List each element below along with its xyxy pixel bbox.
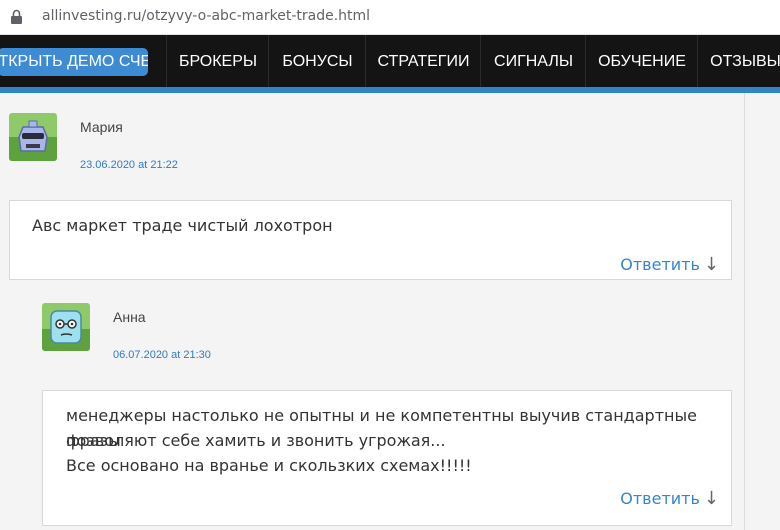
reply-link[interactable]: Ответить ↓ bbox=[620, 254, 719, 275]
scrollbar[interactable] bbox=[764, 93, 780, 530]
comment-text-line: позволяют себе хамить и звонить угрожая.… bbox=[66, 431, 446, 450]
reply-link[interactable]: Ответить ↓ bbox=[620, 488, 719, 509]
nav-item-bonuses[interactable]: БОНУСЫ bbox=[268, 35, 366, 87]
comment-author: Мария bbox=[80, 119, 123, 135]
comment-author: Анна bbox=[113, 309, 146, 325]
nav-item-signals[interactable]: СИГНАЛЫ bbox=[480, 35, 586, 87]
nav-item-reviews[interactable]: ОТЗЫВЫ bbox=[697, 35, 780, 87]
lock-icon[interactable] bbox=[10, 9, 23, 25]
nav-item-education[interactable]: ОБУЧЕНИЕ bbox=[585, 35, 698, 87]
arrow-down-icon: ↓ bbox=[703, 488, 719, 509]
robot-avatar-icon bbox=[42, 303, 90, 351]
comments-section: Мария 23.06.2020 at 21:22 Авс маркет тра… bbox=[0, 93, 745, 530]
main-nav: ОТКРЫТЬ ДЕМО СЧЕТ БРОКЕРЫ БОНУСЫ СТРАТЕГ… bbox=[0, 35, 780, 93]
comment-body: менеджеры настолько не опытны и не компе… bbox=[42, 390, 732, 526]
comment-date[interactable]: 06.07.2020 at 21:30 bbox=[113, 349, 211, 361]
arrow-down-icon: ↓ bbox=[703, 254, 719, 275]
url-text[interactable]: allinvesting.ru/otzyvy-o-abc-market-trad… bbox=[42, 8, 370, 24]
reply-label[interactable]: Ответить bbox=[620, 489, 700, 508]
comment-text-line: Авс маркет траде чистый лохотрон bbox=[32, 216, 333, 235]
comment-text-line: Все основано на вранье и скользких схема… bbox=[66, 456, 472, 475]
reply-label[interactable]: Ответить bbox=[620, 255, 700, 274]
nav-item-strategies[interactable]: СТРАТЕГИИ bbox=[365, 35, 481, 87]
open-demo-account-button[interactable]: ОТКРЫТЬ ДЕМО СЧЕТ bbox=[0, 48, 148, 76]
nav-item-brokers[interactable]: БРОКЕРЫ bbox=[166, 35, 269, 87]
robot-avatar-icon bbox=[9, 113, 57, 161]
comment-date[interactable]: 23.06.2020 at 21:22 bbox=[80, 159, 178, 171]
avatar bbox=[9, 113, 57, 161]
avatar bbox=[42, 303, 90, 351]
comment-body: Авс маркет траде чистый лохотрон Ответит… bbox=[9, 200, 732, 280]
address-bar[interactable]: allinvesting.ru/otzyvy-o-abc-market-trad… bbox=[0, 0, 780, 35]
